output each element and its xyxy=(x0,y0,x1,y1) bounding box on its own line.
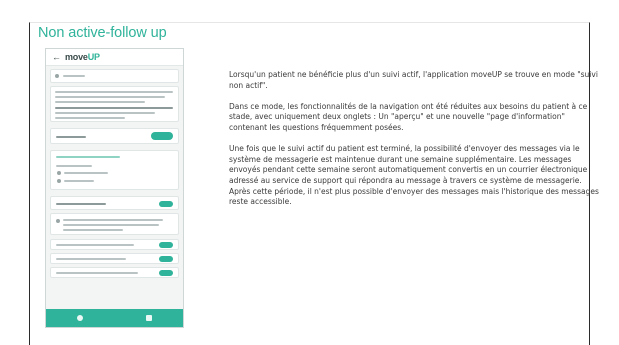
phone-message-row[interactable] xyxy=(50,128,179,144)
overview-tab-icon[interactable] xyxy=(77,315,84,321)
phone-status-bar xyxy=(50,69,179,83)
slide-title: Non active-follow up xyxy=(38,25,167,41)
phone-notice-block xyxy=(50,86,179,122)
phone-screenshot: ← moveUP xyxy=(45,48,184,328)
description-text: Lorsqu'un patient ne bénéficie plus d'un… xyxy=(229,70,601,218)
phone-tab-bar xyxy=(46,309,183,327)
info-tab-icon[interactable] xyxy=(145,315,152,321)
phone-list-item[interactable] xyxy=(50,267,179,278)
arrow-left-icon[interactable]: ← xyxy=(52,52,61,62)
phone-list-item[interactable] xyxy=(50,239,179,250)
paragraph: Une fois que le suivi actif du patient e… xyxy=(229,144,599,207)
phone-header: ← moveUP xyxy=(46,49,183,66)
paragraph: Lorsqu'un patient ne bénéficie plus d'un… xyxy=(229,70,598,90)
app-logo: moveUP xyxy=(65,52,100,62)
phone-program-card[interactable] xyxy=(50,150,179,190)
phone-info-block xyxy=(50,213,179,235)
paragraph: Dans ce mode, les fonctionnalités de la … xyxy=(229,101,588,132)
phone-list-item[interactable] xyxy=(50,253,179,264)
phone-section-header xyxy=(50,196,179,210)
